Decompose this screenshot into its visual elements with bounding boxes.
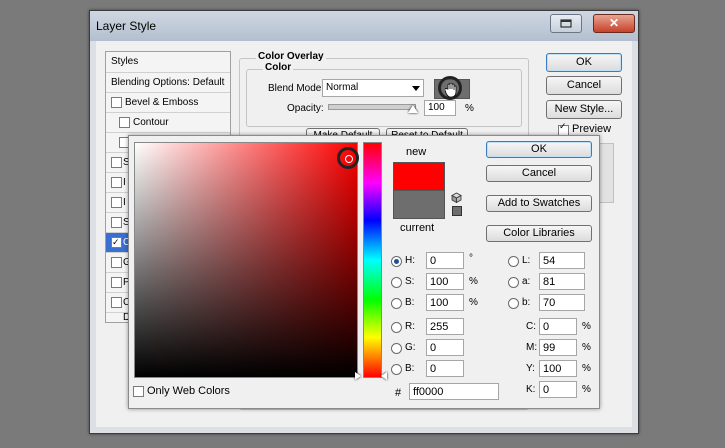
restore-button[interactable] <box>550 14 582 33</box>
brightness-label: B: <box>405 297 415 308</box>
picker-ok-button[interactable]: OK <box>486 141 592 158</box>
picker-cancel-button[interactable]: Cancel <box>486 165 592 182</box>
style-checkbox[interactable] <box>111 157 122 168</box>
yellow-label: Y: <box>526 363 535 374</box>
cube-icon[interactable] <box>451 192 462 203</box>
yellow-input[interactable]: 100 <box>539 360 577 377</box>
green-label: G: <box>405 342 416 353</box>
style-checkbox[interactable] <box>111 177 122 188</box>
color-overlay-checkbox[interactable] <box>111 233 122 252</box>
new-style-button[interactable]: New Style... <box>546 100 622 119</box>
saturation-input[interactable]: 100 <box>426 273 464 290</box>
magenta-unit: % <box>582 342 591 353</box>
saturation-brightness-field[interactable] <box>134 142 358 378</box>
style-item-contour[interactable]: Contour <box>106 113 230 133</box>
restore-icon <box>560 19 572 28</box>
close-button[interactable]: ✕ <box>593 14 635 33</box>
magenta-input[interactable]: 99 <box>539 339 577 356</box>
color-subgroup <box>246 69 522 127</box>
blend-mode-label: Blend Mode: <box>268 83 325 94</box>
saturation-unit: % <box>469 276 478 287</box>
bevel-emboss-checkbox[interactable] <box>111 97 122 108</box>
brightness-unit: % <box>469 297 478 308</box>
a-channel-radio[interactable] <box>508 277 519 288</box>
only-web-colors-checkbox[interactable] <box>133 386 144 397</box>
opacity-unit: % <box>465 103 474 114</box>
saturation-label: S: <box>405 276 415 287</box>
style-item-bevel-emboss[interactable]: Bevel & Emboss <box>106 93 230 113</box>
hue-input[interactable]: 0 <box>426 252 464 269</box>
blend-mode-select[interactable]: Normal <box>322 79 424 97</box>
cancel-button[interactable]: Cancel <box>546 76 622 95</box>
opacity-label: Opacity: <box>287 103 324 114</box>
hex-input[interactable]: ff0000 <box>409 383 499 400</box>
black-input[interactable]: 0 <box>539 381 577 398</box>
color-picker-dialog: new current OK Cancel Add to Swatches Co… <box>128 135 600 409</box>
blue-label: B: <box>405 363 415 374</box>
magenta-label: M: <box>526 342 538 353</box>
cyan-unit: % <box>582 321 591 332</box>
green-radio[interactable] <box>391 343 402 354</box>
yellow-unit: % <box>582 363 591 374</box>
b-channel-input[interactable]: 70 <box>539 294 585 311</box>
color-libraries-button[interactable]: Color Libraries <box>486 225 592 242</box>
opacity-slider-track[interactable] <box>328 104 416 110</box>
ok-button[interactable]: OK <box>546 53 622 72</box>
hue-label: H: <box>405 255 415 266</box>
opacity-input[interactable]: 100 <box>424 100 456 116</box>
title-bar: Layer Style ✕ <box>90 11 638 41</box>
only-web-colors-label: Only Web Colors <box>147 385 230 397</box>
b-channel-label: b: <box>522 297 531 308</box>
color-field-picker[interactable] <box>345 155 353 163</box>
green-input[interactable]: 0 <box>426 339 464 356</box>
opacity-slider-thumb[interactable] <box>408 105 418 113</box>
hue-slider-left-arrow[interactable] <box>355 372 361 380</box>
a-channel-label: a: <box>522 276 531 287</box>
red-input[interactable]: 255 <box>426 318 464 335</box>
color-overlay-heading: Color Overlay <box>256 51 326 62</box>
styles-header[interactable]: Styles <box>106 52 230 73</box>
current-color-swatch[interactable] <box>393 190 445 219</box>
a-channel-input[interactable]: 81 <box>539 273 585 290</box>
brightness-radio[interactable] <box>391 298 402 309</box>
red-radio[interactable] <box>391 322 402 333</box>
window-title: Layer Style <box>96 19 157 33</box>
color-subheading: Color <box>263 62 294 73</box>
cyan-label: C: <box>526 321 536 332</box>
add-to-swatches-button[interactable]: Add to Swatches <box>486 195 592 212</box>
b-channel-radio[interactable] <box>508 298 519 309</box>
lightness-label: L: <box>522 255 531 266</box>
cyan-input[interactable]: 0 <box>539 318 577 335</box>
hue-radio[interactable] <box>391 256 402 267</box>
hue-slider-right-arrow[interactable] <box>381 372 387 380</box>
current-color-label: current <box>400 222 435 234</box>
brightness-input[interactable]: 100 <box>426 294 464 311</box>
blue-radio[interactable] <box>391 364 402 375</box>
hex-label: # <box>395 387 402 399</box>
saturation-radio[interactable] <box>391 277 402 288</box>
lightness-radio[interactable] <box>508 256 519 267</box>
blue-input[interactable]: 0 <box>426 360 464 377</box>
style-checkbox[interactable] <box>111 257 122 268</box>
style-checkbox[interactable] <box>111 217 122 228</box>
style-checkbox[interactable] <box>111 297 122 308</box>
hand-cursor-icon <box>445 83 457 97</box>
style-checkbox[interactable] <box>111 197 122 208</box>
black-label: K: <box>526 384 536 395</box>
dropdown-arrow-icon <box>412 86 420 91</box>
new-color-swatch <box>393 162 445 191</box>
lightness-input[interactable]: 54 <box>539 252 585 269</box>
new-color-label: new <box>406 146 427 158</box>
style-checkbox[interactable] <box>111 277 122 288</box>
blending-options-item[interactable]: Blending Options: Default <box>106 73 230 93</box>
hue-slider[interactable] <box>363 142 382 378</box>
black-unit: % <box>582 384 591 395</box>
red-label: R: <box>405 321 415 332</box>
hue-unit: ° <box>469 253 473 264</box>
close-icon: ✕ <box>608 16 620 30</box>
preview-label: Preview <box>572 123 612 135</box>
contour-checkbox[interactable] <box>119 117 130 128</box>
web-swatch-icon[interactable] <box>452 206 462 216</box>
